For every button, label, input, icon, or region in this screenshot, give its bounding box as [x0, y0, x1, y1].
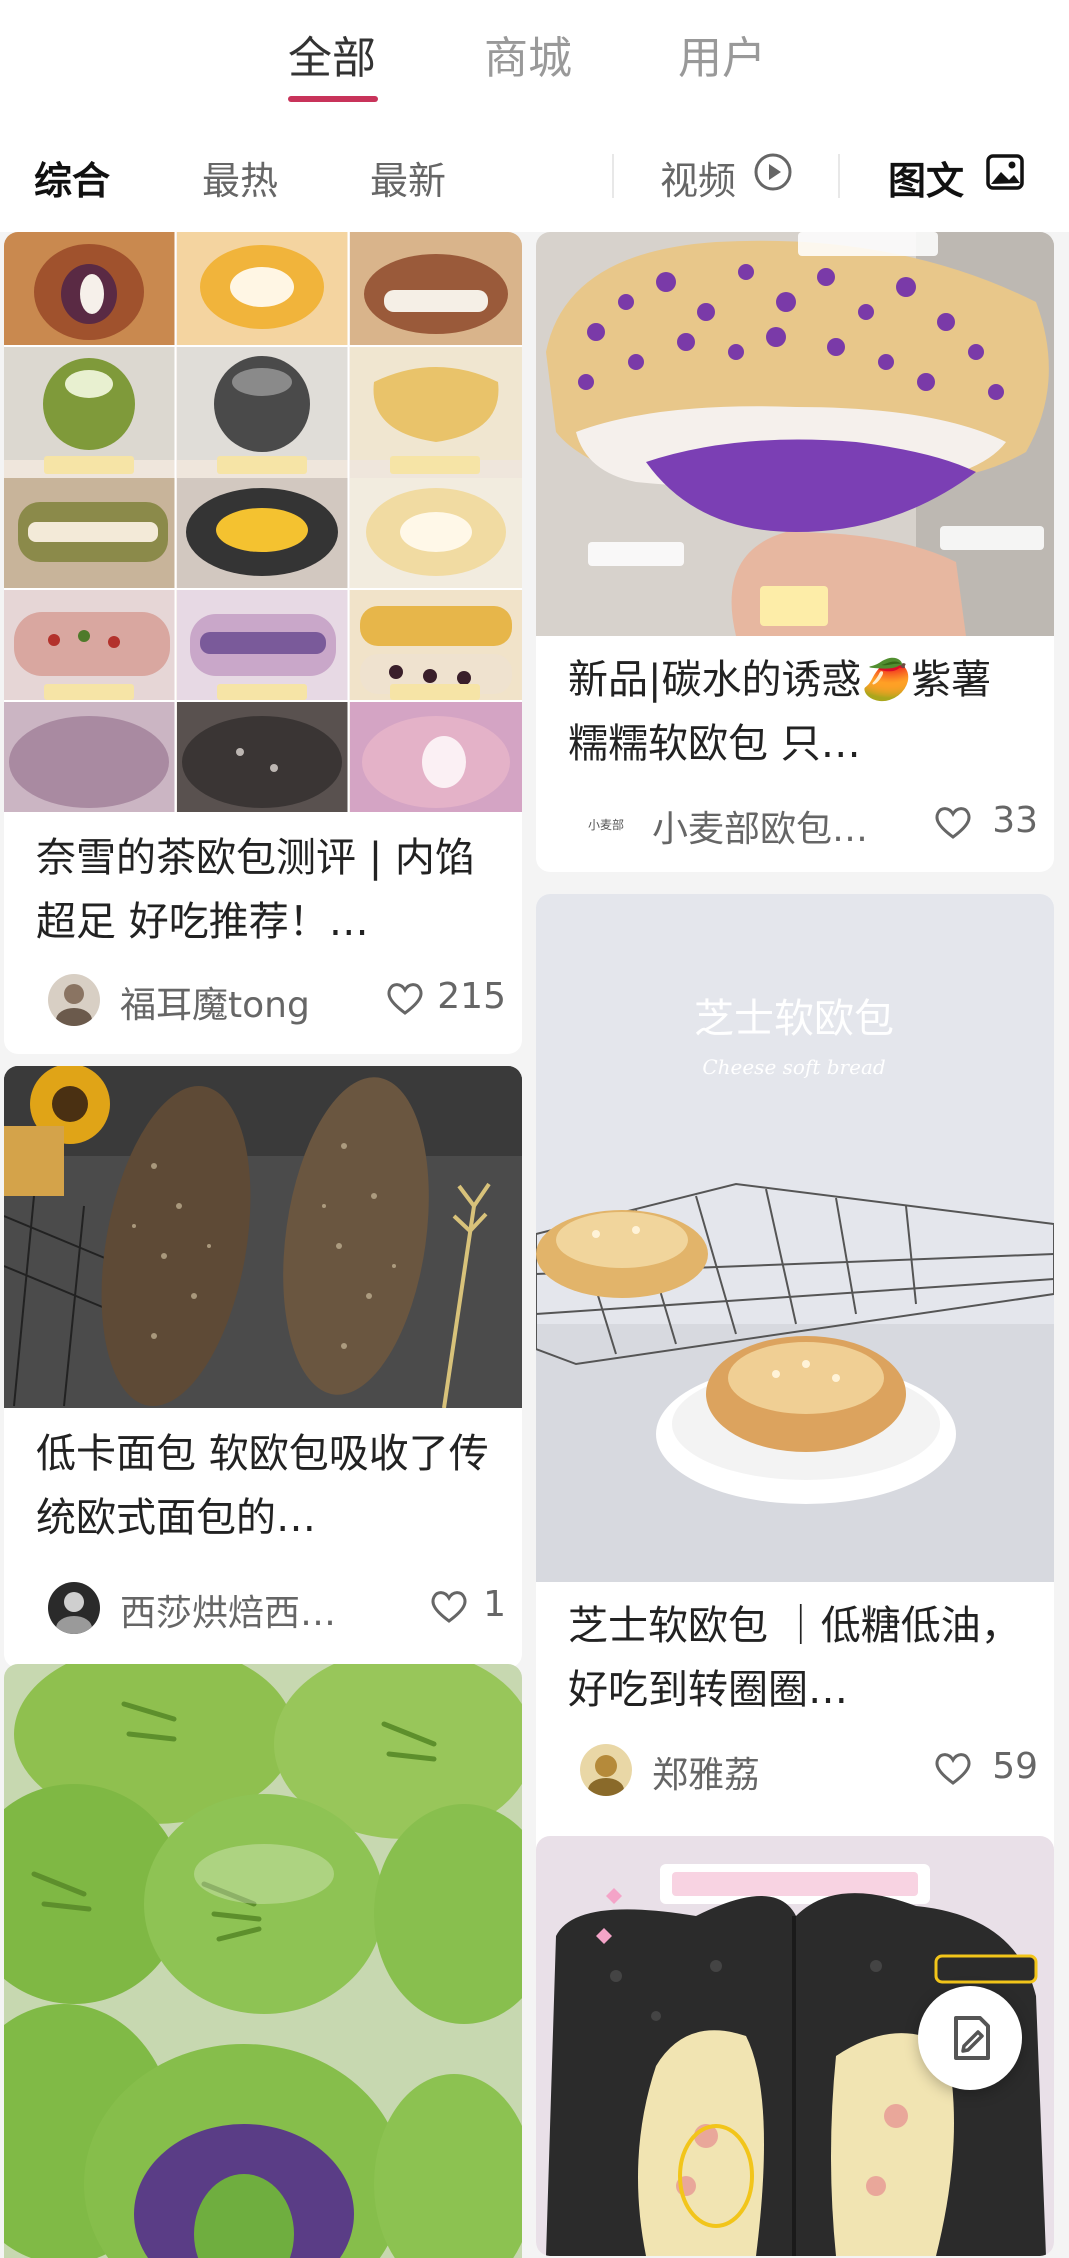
like-count: 59: [992, 1746, 1038, 1787]
post-image: 芝士软欧包 Cheese soft bread: [536, 894, 1054, 1582]
avatar[interactable]: [48, 974, 100, 1026]
heart-icon[interactable]: [430, 1588, 468, 1624]
author-name[interactable]: 小麦部欧包…: [652, 800, 868, 852]
post-title[interactable]: 低卡面包 软欧包吸收了传统欧式面包的…: [36, 1422, 496, 1550]
avatar[interactable]: [580, 1744, 632, 1796]
post-title[interactable]: 奈雪的茶欧包测评 | 内馅超足 好吃推荐！…: [36, 826, 496, 954]
avatar[interactable]: [48, 1582, 100, 1634]
filter-bar: 综合 最热 最新 视频 图文: [0, 128, 1069, 232]
like-count: 1: [483, 1584, 506, 1625]
author-name[interactable]: 福耳魔tong: [120, 976, 310, 1028]
play-circle-icon[interactable]: [753, 152, 793, 192]
active-tab-indicator: [288, 96, 378, 102]
tab-all[interactable]: 全部: [288, 22, 376, 86]
tab-users[interactable]: 用户: [678, 22, 766, 86]
filter-comprehensive[interactable]: 综合: [34, 150, 110, 205]
post-title[interactable]: 芝士软欧包 ｜低糖低油，好吃到转圈圈…: [568, 1594, 1028, 1722]
post-card[interactable]: 奈雪的茶欧包测评 | 内馅超足 好吃推荐！… 福耳魔tong 215: [4, 232, 522, 1054]
author-name[interactable]: 郑雅荔: [652, 1746, 760, 1798]
post-image: [4, 1664, 522, 2258]
filter-image-text[interactable]: 图文: [888, 150, 964, 205]
content-feed: 奈雪的茶欧包测评 | 内馅超足 好吃推荐！… 福耳魔tong 215 低卡面包 …: [0, 232, 1069, 2258]
post-image: [536, 232, 1054, 636]
avatar[interactable]: 小麦部: [580, 798, 632, 850]
image-subcaption: Cheese soft bread: [702, 1055, 885, 1079]
post-image-collage: [4, 232, 522, 812]
heart-icon[interactable]: [386, 980, 424, 1016]
filter-newest[interactable]: 最新: [370, 150, 446, 205]
post-meta: 郑雅荔 59: [568, 1740, 1038, 1800]
post-card[interactable]: [4, 1664, 522, 2258]
compose-icon[interactable]: [918, 1986, 1022, 2090]
filter-hottest[interactable]: 最热: [202, 150, 278, 205]
filter-divider: [612, 154, 614, 198]
heart-icon[interactable]: [934, 804, 972, 840]
post-meta: 小麦部 小麦部欧包… 33: [568, 794, 1038, 854]
post-card[interactable]: 芝士软欧包 Cheese soft bread 芝士软欧包 ｜低糖低油，好吃到转…: [536, 894, 1054, 1894]
image-icon[interactable]: [985, 152, 1025, 192]
post-title[interactable]: 新品|碳水的诱惑🥭紫薯糯糯软欧包 只…: [568, 648, 1028, 776]
post-card[interactable]: 低卡面包 软欧包吸收了传统欧式面包的… 西莎烘焙西… 1: [4, 1066, 522, 1668]
post-image: [4, 1066, 522, 1408]
tab-mall[interactable]: 商城: [484, 22, 572, 86]
filter-video[interactable]: 视频: [660, 150, 736, 205]
like-count: 215: [437, 976, 506, 1017]
like-count: 33: [992, 800, 1038, 841]
image-caption: 芝士软欧包: [694, 996, 894, 1042]
author-name[interactable]: 西莎烘焙西…: [120, 1584, 336, 1636]
heart-icon[interactable]: [934, 1750, 972, 1786]
compose-button[interactable]: [918, 1986, 1022, 2090]
top-tab-bar: 全部 商城 用户: [0, 0, 1069, 128]
post-meta: 福耳魔tong 215: [36, 970, 506, 1030]
post-card[interactable]: 新品|碳水的诱惑🥭紫薯糯糯软欧包 只… 小麦部 小麦部欧包… 33: [536, 232, 1054, 872]
post-meta: 西莎烘焙西… 1: [36, 1578, 506, 1638]
avatar-text: 小麦部: [588, 817, 624, 832]
filter-divider-2: [838, 154, 840, 198]
